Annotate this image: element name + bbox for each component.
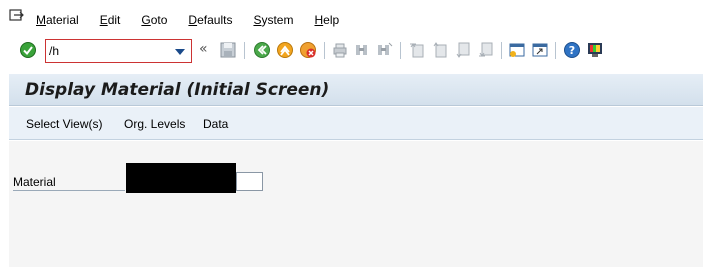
menu-material-label: aterial [46,13,79,27]
menu-goto[interactable]: Goto [141,13,167,27]
help-icon[interactable]: ? [563,41,581,59]
page-title: Display Material (Initial Screen) [25,80,330,100]
print-icon[interactable] [331,41,349,59]
find-icon[interactable] [353,41,371,59]
toolbar-separator [400,42,401,59]
material-field[interactable] [236,172,263,191]
standard-toolbar: « ? [0,36,703,67]
select-views-button[interactable]: Select View(s) [26,117,102,131]
menu-items: Material Edit Goto Defaults System Help [36,13,360,27]
menu-edit-label: dit [107,13,121,27]
command-field[interactable] [45,39,192,63]
menu-system-label: ystem [261,13,294,27]
cancel-icon[interactable] [299,41,317,59]
svg-text:?: ? [569,44,575,57]
menu-defaults[interactable]: Defaults [188,13,232,27]
toolbar-separator [555,42,556,59]
org-levels-button[interactable]: Org. Levels [124,117,185,131]
double-chevron-icon[interactable]: « [199,41,208,57]
exit-icon[interactable] [276,41,294,59]
back-icon[interactable] [253,41,271,59]
next-page-icon[interactable] [454,41,472,59]
menu-edit[interactable]: Edit [100,13,121,27]
title-bar: Display Material (Initial Screen) [9,74,703,106]
menu-goto-label: oto [150,13,168,27]
work-area: Material [9,141,703,267]
create-session-icon[interactable] [508,41,526,59]
generate-shortcut-icon[interactable] [531,41,549,59]
menu-help[interactable]: Help [314,13,339,27]
system-menu-icon[interactable] [9,9,25,23]
application-toolbar: Select View(s) Org. Levels Data [9,107,703,140]
toolbar-separator [244,42,245,59]
toolbar-separator [324,42,325,59]
first-page-icon[interactable] [408,41,426,59]
menu-defaults-label: efaults [197,13,233,27]
find-next-icon[interactable] [375,41,393,59]
chevron-down-icon[interactable] [175,49,185,55]
last-page-icon[interactable] [477,41,495,59]
save-icon[interactable] [219,41,237,59]
customize-layout-icon[interactable] [586,41,604,59]
redacted-value [126,163,236,193]
data-button[interactable]: Data [203,117,228,131]
menu-help-label: elp [323,13,340,27]
menu-bar: Material Edit Goto Defaults System Help [0,0,703,36]
previous-page-icon[interactable] [431,41,449,59]
menu-material[interactable]: Material [36,13,79,27]
command-input[interactable] [49,42,169,60]
toolbar-separator [501,42,502,59]
material-label: Material [13,175,56,189]
menu-system[interactable]: System [253,13,293,27]
enter-icon[interactable] [19,41,37,59]
label-underline [13,190,125,191]
